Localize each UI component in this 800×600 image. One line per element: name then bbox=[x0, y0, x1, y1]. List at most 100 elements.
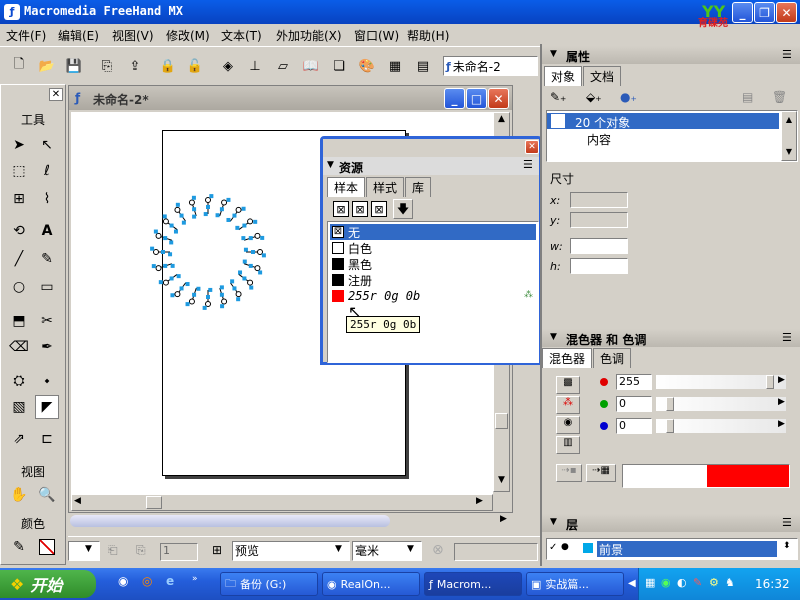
selection-handle[interactable] bbox=[153, 229, 158, 234]
red-slider-thumb[interactable] bbox=[766, 375, 774, 389]
quicklaunch-more-icon[interactable]: » bbox=[192, 574, 198, 584]
eyedropper-tool-icon[interactable]: ⌇ bbox=[35, 187, 59, 211]
selection-handle[interactable] bbox=[191, 195, 196, 200]
add-to-swatches-icon[interactable]: ⇢▪ bbox=[556, 464, 582, 482]
selection-handle[interactable] bbox=[176, 274, 181, 279]
perspective-tool-icon[interactable]: ▧ bbox=[7, 395, 31, 419]
selection-handle[interactable] bbox=[202, 305, 207, 310]
tab-document[interactable]: 文档 bbox=[583, 66, 622, 86]
duplicate-attr-icon[interactable]: ▤ bbox=[742, 90, 753, 104]
pen-tool-icon[interactable]: ✒ bbox=[35, 335, 59, 359]
outer-hscroll-right-icon[interactable]: ▶ bbox=[500, 514, 507, 524]
quicklaunch-1-icon[interactable]: ◉ bbox=[118, 574, 128, 588]
selection-handle[interactable] bbox=[226, 217, 231, 222]
hscroll-left-icon[interactable]: ◀ bbox=[74, 496, 81, 506]
lock-icon[interactable]: 🔒 bbox=[157, 55, 179, 77]
field-x[interactable] bbox=[570, 192, 628, 208]
selection-handle[interactable] bbox=[242, 259, 247, 264]
selection-handle[interactable] bbox=[151, 264, 156, 269]
menu-help[interactable]: 帮助(H) bbox=[407, 27, 449, 44]
selection-handle[interactable] bbox=[192, 292, 197, 297]
tab-object[interactable]: 对象 bbox=[544, 66, 583, 86]
page-tool-icon[interactable]: ⬚ bbox=[7, 159, 31, 183]
taskbar-button-word[interactable]: ▣ 实战篇... bbox=[526, 572, 624, 596]
red-channel-slider[interactable]: ▶ bbox=[656, 375, 786, 389]
green-slider-thumb[interactable] bbox=[666, 397, 674, 411]
delete-attr-icon[interactable]: 🗑 bbox=[772, 90, 787, 104]
selection-handle[interactable] bbox=[192, 207, 197, 212]
scale-tool-icon[interactable]: ⊞ bbox=[7, 187, 31, 211]
mixer-options-icon[interactable]: ☰ bbox=[782, 331, 792, 344]
menu-edit[interactable]: 编辑(E) bbox=[58, 27, 99, 44]
stroke-color-icon[interactable]: ✎ bbox=[7, 535, 31, 559]
group-icon[interactable]: ◈ bbox=[217, 55, 239, 77]
unlock-icon[interactable]: 🔓 bbox=[184, 55, 206, 77]
selection-handle[interactable] bbox=[230, 279, 235, 284]
selection-handle[interactable] bbox=[242, 276, 247, 281]
next-page-icon[interactable]: ⎘ bbox=[136, 543, 146, 558]
swatch-item-black[interactable]: 黑色 bbox=[330, 256, 536, 272]
lasso-tool-icon[interactable]: ℓ bbox=[35, 159, 59, 183]
vscroll-down-icon[interactable]: ▼ bbox=[495, 475, 508, 489]
tree-root[interactable]: 20 个对象 bbox=[547, 113, 779, 130]
tray-icon-3[interactable]: ◐ bbox=[677, 576, 687, 589]
selection-handle[interactable] bbox=[248, 263, 253, 268]
align-icon[interactable]: ⊥ bbox=[244, 55, 266, 77]
selection-handle[interactable] bbox=[232, 213, 237, 218]
line-tool-icon[interactable]: ╱ bbox=[7, 247, 31, 271]
tray-icon-5[interactable]: ⚙ bbox=[709, 576, 719, 589]
taskbar-expand-icon[interactable]: ◀ bbox=[628, 578, 636, 589]
layers-scroll-icon[interactable]: ⬍ bbox=[783, 541, 791, 551]
selection-handle[interactable] bbox=[179, 286, 184, 291]
hscroll-thumb[interactable] bbox=[146, 496, 162, 509]
vscroll-up-icon[interactable]: ▲ bbox=[495, 114, 508, 128]
selection-handle[interactable] bbox=[241, 206, 246, 211]
field-h[interactable] bbox=[570, 258, 628, 274]
blue-channel-slider[interactable]: ▶ bbox=[656, 419, 786, 433]
green-channel-slider[interactable]: ▶ bbox=[656, 397, 786, 411]
pointer-tool-icon[interactable]: ➤ bbox=[7, 133, 31, 157]
layer-lock-icon[interactable]: ● bbox=[561, 542, 569, 552]
hand-tool-icon[interactable]: ✋ bbox=[7, 483, 31, 507]
selection-handle[interactable] bbox=[168, 252, 173, 257]
swatch-none-icon-3[interactable]: ⊠ bbox=[371, 201, 387, 217]
units-select[interactable]: 毫米 ▼ bbox=[352, 541, 422, 561]
selection-handle[interactable] bbox=[185, 302, 190, 307]
import-icon[interactable]: ⎘ bbox=[96, 55, 118, 77]
selection-handle[interactable] bbox=[161, 250, 165, 254]
link-tool-icon[interactable]: ⇗ bbox=[7, 427, 31, 451]
quicklaunch-2-icon[interactable]: ◎ bbox=[142, 574, 152, 588]
selection-handle[interactable] bbox=[232, 286, 237, 291]
system-color-icon[interactable]: ▥ bbox=[556, 436, 580, 454]
start-button[interactable]: ❖ 开始 bbox=[0, 570, 96, 598]
eraser-tool-icon[interactable]: ⌫ bbox=[7, 335, 31, 359]
selected-circle-artwork[interactable] bbox=[146, 190, 271, 315]
green-channel-value[interactable]: 0 bbox=[616, 396, 652, 412]
minimize-button[interactable]: _ bbox=[732, 2, 753, 23]
selection-handle[interactable] bbox=[179, 213, 184, 218]
selection-handle[interactable] bbox=[170, 263, 175, 268]
document-select[interactable]: ƒ 未命名-2 bbox=[443, 56, 538, 76]
selection-handle[interactable] bbox=[260, 235, 265, 240]
selection-handle[interactable] bbox=[219, 207, 224, 212]
selection-handle[interactable] bbox=[169, 240, 174, 245]
tab-styles[interactable]: 样式 bbox=[366, 177, 405, 197]
swatch-item-white[interactable]: 白色 bbox=[330, 240, 536, 256]
tray-icon-4[interactable]: ✎ bbox=[693, 576, 702, 589]
hscroll-right-icon[interactable]: ▶ bbox=[476, 496, 483, 506]
selection-handle[interactable] bbox=[258, 270, 263, 275]
knife-tool-icon[interactable]: ✂ bbox=[35, 309, 59, 333]
tree-child[interactable]: 内容 bbox=[587, 131, 611, 148]
menu-text[interactable]: 文本(T) bbox=[221, 27, 262, 44]
layer-item[interactable]: 前景 bbox=[597, 541, 777, 557]
assets-close-button[interactable]: ✕ bbox=[525, 140, 539, 154]
doc-close-button[interactable]: ✕ bbox=[488, 88, 509, 109]
selection-handle[interactable] bbox=[251, 250, 255, 254]
selection-handle[interactable] bbox=[163, 263, 168, 268]
selection-handle[interactable] bbox=[181, 220, 186, 225]
layers-collapse-icon[interactable]: ▼ bbox=[550, 517, 557, 527]
selection-handle[interactable] bbox=[203, 212, 208, 217]
save-icon[interactable]: 💾 bbox=[63, 55, 85, 77]
add-page-icon[interactable]: ⊞ bbox=[212, 543, 222, 557]
swatch-none-icon-2[interactable]: ⊠ bbox=[352, 201, 368, 217]
